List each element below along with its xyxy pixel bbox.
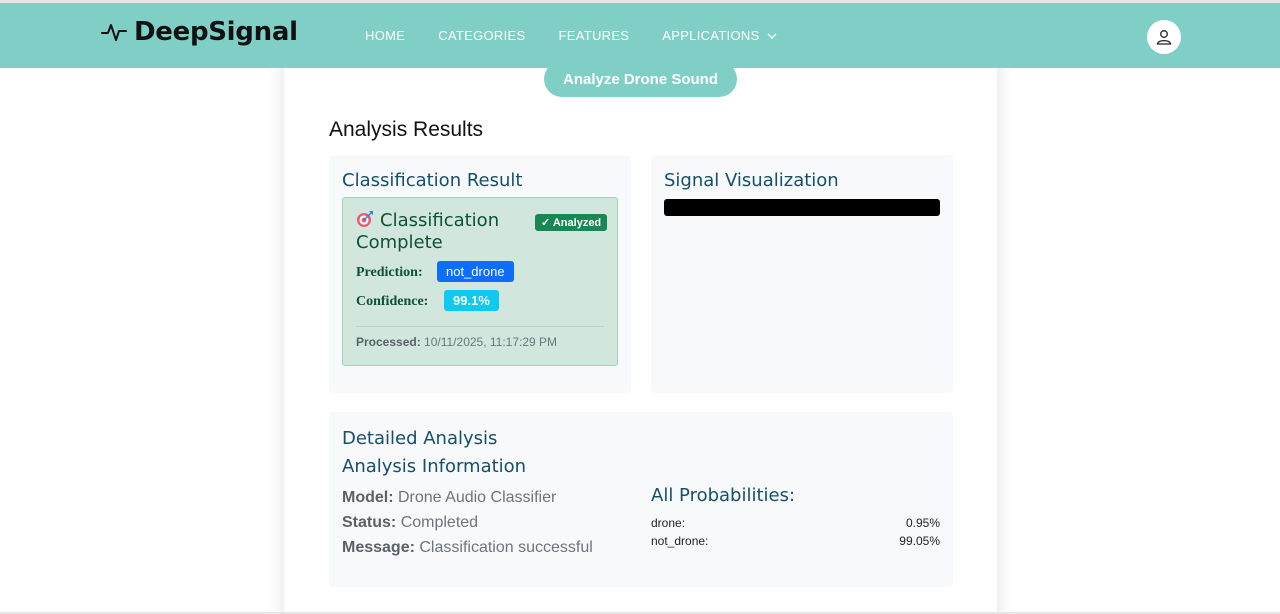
signal-visualization-canvas	[664, 199, 940, 216]
analyzed-badge: ✓ Analyzed	[535, 214, 608, 231]
probability-row: not_drone: 99.05%	[651, 534, 940, 548]
all-probabilities-title: All Probabilities:	[651, 485, 796, 506]
main-nav: HOME CATEGORIES FEATURES APPLICATIONS	[365, 28, 811, 43]
model-value: Drone Audio Classifier	[398, 489, 557, 506]
pulse-icon	[101, 24, 127, 41]
navbar: DeepSignal HOME CATEGORIES FEATURES APPL…	[0, 3, 1280, 68]
analysis-results-title: Analysis Results	[329, 118, 484, 141]
classification-result-panel: Classification Result Classification Com…	[329, 155, 631, 393]
divider	[356, 326, 604, 327]
status-value: Completed	[400, 514, 479, 531]
prediction-badge: not_drone	[437, 261, 514, 282]
classification-result-title: Classification Result	[342, 170, 523, 191]
classification-heading-text: Classification Complete	[356, 210, 500, 253]
signal-visualization-panel: Signal Visualization	[651, 155, 953, 393]
user-icon	[1156, 30, 1172, 45]
detailed-analysis-title: Detailed Analysis	[342, 428, 498, 449]
classification-alert: Classification Complete ✓ Analyzed Predi…	[342, 197, 618, 366]
page: DeepSignal HOME CATEGORIES FEATURES APPL…	[0, 0, 1280, 614]
chevron-down-icon	[767, 33, 777, 39]
confidence-label: Confidence:	[356, 294, 429, 309]
analysis-information-title: Analysis Information	[342, 456, 527, 477]
probability-value: 0.95%	[905, 516, 940, 530]
processed-timestamp: Processed: 10/11/2025, 11:17:29 PM	[356, 335, 557, 349]
model-label: Model:	[342, 489, 394, 506]
message-value: Classification successful	[419, 539, 593, 556]
signal-visualization-title: Signal Visualization	[664, 170, 839, 191]
nav-categories[interactable]: CATEGORIES	[438, 28, 525, 43]
target-icon	[357, 211, 373, 227]
message-info: Message: Classification successful	[342, 539, 593, 557]
brand[interactable]: DeepSignal	[100, 17, 298, 47]
nav-applications[interactable]: APPLICATIONS	[662, 28, 777, 43]
user-account-button[interactable]	[1147, 20, 1181, 54]
probability-value: 99.05%	[899, 534, 940, 548]
probability-label: not_drone:	[651, 534, 709, 548]
nav-features[interactable]: FEATURES	[558, 28, 629, 43]
model-info: Model: Drone Audio Classifier	[342, 489, 556, 507]
detailed-analysis-panel: Detailed Analysis Analysis Information M…	[329, 412, 953, 587]
processed-label: Processed:	[356, 335, 421, 349]
nav-home[interactable]: HOME	[365, 28, 405, 43]
status-label: Status:	[342, 514, 397, 531]
processed-value: 10/11/2025, 11:17:29 PM	[424, 335, 558, 349]
status-info: Status: Completed	[342, 514, 478, 532]
message-label: Message:	[342, 539, 415, 556]
confidence-badge: 99.1%	[444, 290, 499, 311]
probability-row: drone: 0.95%	[651, 516, 940, 530]
classification-heading: Classification Complete	[356, 210, 526, 254]
brand-name: DeepSignal	[134, 17, 298, 47]
nav-applications-label: APPLICATIONS	[662, 28, 760, 43]
probability-label: drone:	[651, 516, 686, 530]
prediction-label: Prediction:	[356, 265, 423, 280]
